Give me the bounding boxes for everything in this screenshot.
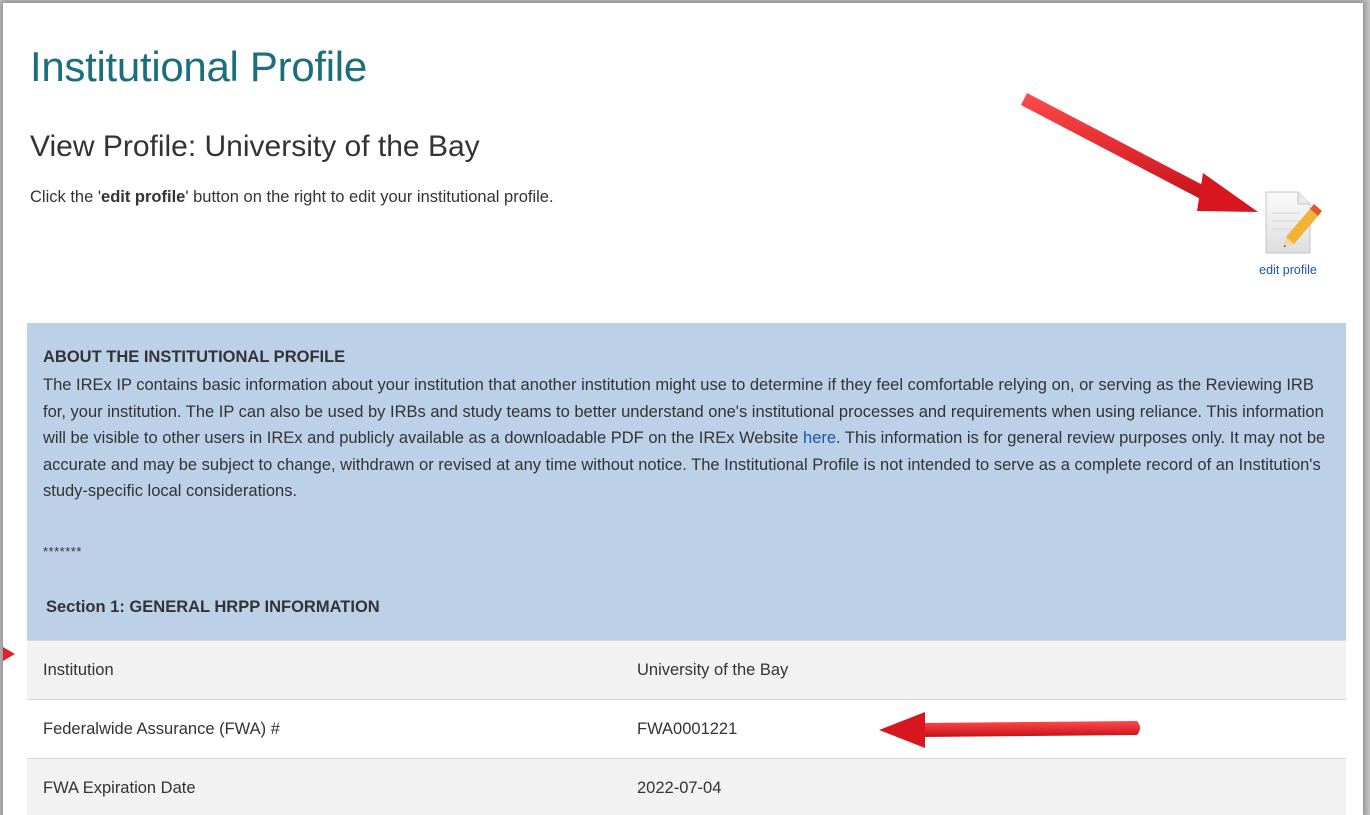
row-value: FWA0001221 [623,699,1346,759]
row-label: FWA Expiration Date [27,758,623,815]
row-label: Institution [27,640,623,700]
annotation-arrow-tip [3,647,15,661]
profile-heading: View Profile: University of the Bay [30,130,480,163]
about-profile-panel: ABOUT THE INSTITUTIONAL PROFILE The IREx… [27,323,1346,640]
general-hrpp-table: Institution University of the Bay Federa… [27,640,1346,815]
about-profile-description: The IREx IP contains basic information a… [43,372,1338,505]
page-title: Institutional Profile [30,43,367,90]
table-row: FWA Expiration Date 2022-07-04 [27,758,1346,815]
annotation-arrow-down-right [1021,93,1258,212]
instructions-bold: edit profile [101,188,186,206]
row-value: University of the Bay [623,640,1346,700]
row-label: Federalwide Assurance (FWA) # [27,699,623,759]
table-row: Institution University of the Bay [27,640,1346,700]
row-value: 2022-07-04 [623,758,1346,815]
edit-profile-label: edit profile [1259,263,1317,277]
stars-divider: ******* [43,544,82,559]
instructions-suffix: ' button on the right to edit your insti… [185,188,554,206]
here-link[interactable]: here [803,429,836,447]
about-profile-title: ABOUT THE INSTITUTIONAL PROFILE [43,348,346,366]
table-row: Federalwide Assurance (FWA) # FWA0001221 [27,699,1346,759]
instructions-text: Click the 'edit profile' button on the r… [30,188,554,207]
section-title: Section 1: GENERAL HRPP INFORMATION [46,598,380,616]
instructions-prefix: Click the ' [30,188,102,206]
page-frame: Institutional Profile View Profile: Univ… [3,3,1363,815]
edit-profile-button[interactable]: edit profile [1243,186,1333,286]
edit-document-pencil-icon [1265,191,1322,254]
